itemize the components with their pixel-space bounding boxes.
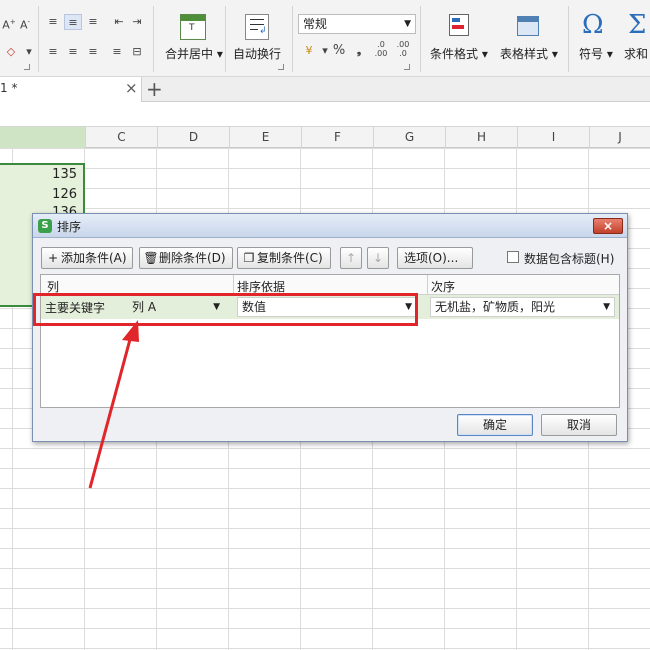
annotation-arrow — [88, 320, 139, 489]
